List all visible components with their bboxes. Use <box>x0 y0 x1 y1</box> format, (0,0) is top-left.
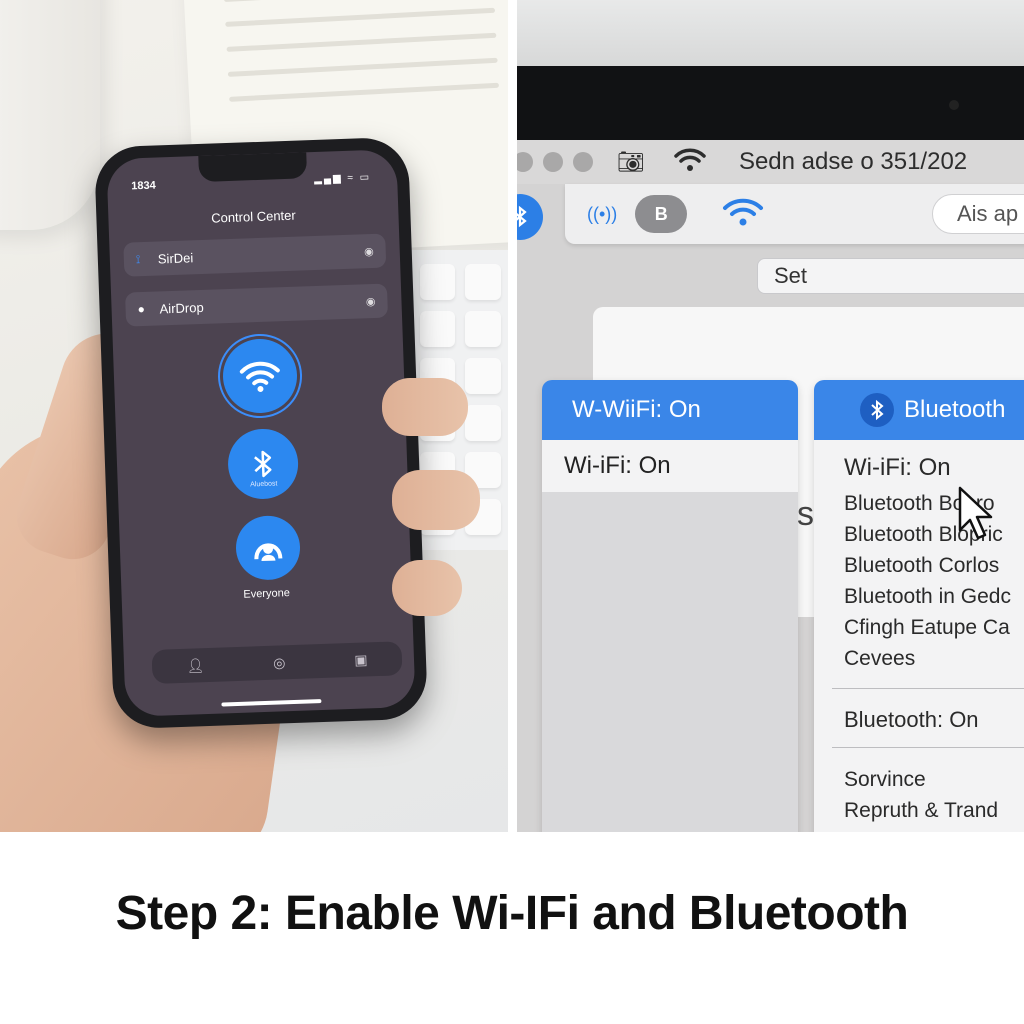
wifi-icon <box>239 361 280 392</box>
separator <box>832 747 1024 748</box>
bluetooth-panel-header[interactable]: Bluetooth <box>814 380 1024 440</box>
camera-icon[interactable]: 📷︎ <box>617 149 645 175</box>
service-option[interactable]: Repruth & Trand <box>814 795 1024 826</box>
info-icon[interactable]: ◉ <box>364 244 374 257</box>
service-option[interactable]: Sorvince <box>814 764 1024 795</box>
wifi-status-row[interactable]: Wi-iFi: On <box>542 440 798 492</box>
separator <box>832 688 1024 689</box>
coffee-mug <box>0 0 100 230</box>
settings-toolbar: ((•)) B Ais ap <box>565 184 1024 244</box>
search-field[interactable]: Ais ap <box>932 194 1024 234</box>
bluetooth-option[interactable]: Bluetooth Corlos <box>814 550 1024 581</box>
bluetooth-toggle[interactable]: Aluebost <box>226 427 300 501</box>
bluetooth-option[interactable]: Cevees <box>814 643 1024 674</box>
status-icons: ▂▄▆ ≈ ▭ <box>314 172 372 185</box>
wifi-panel: W-WiiFi: On Wi-iFi: On <box>542 380 798 832</box>
minimize-button[interactable] <box>543 152 563 172</box>
set-field[interactable]: Set <box>757 258 1024 294</box>
bluetooth-option[interactable]: Bluetooth in Gedc <box>814 581 1024 612</box>
webcam <box>949 100 959 110</box>
bluetooth-sublabel: Aluebost <box>250 480 278 489</box>
mac-screen-panel: 📷︎ Sedn adse o 351/202 ((•)) B Ais ap Se… <box>517 0 1024 832</box>
bluetooth-panel-title: Bluetooth <box>904 396 1006 423</box>
bluetooth-option[interactable]: Cfingh Eatupe Ca <box>814 612 1024 643</box>
more-options: Sorvince Repruth & Trand <box>814 764 1024 826</box>
smartphone: 1834 ▂▄▆ ≈ ▭ Control Center ⟟ SirDei ◉ ●… <box>93 136 429 730</box>
phone-screen: 1834 ▂▄▆ ≈ ▭ Control Center ⟟ SirDei ◉ ●… <box>106 149 416 717</box>
finger <box>392 470 480 530</box>
wifi-icon: ⟟ <box>135 251 141 266</box>
bluetooth-status[interactable]: Bluetooth: On <box>814 707 1024 733</box>
airdrop-row[interactable]: ● AirDrop ◉ <box>125 283 389 327</box>
phone-notch <box>198 152 308 183</box>
airdrop-icon <box>254 543 283 562</box>
mouse-pointer-icon <box>958 486 993 540</box>
wall-background <box>517 0 1024 66</box>
wifi-icon[interactable] <box>673 147 707 178</box>
person-icon[interactable]: 👤︎ <box>186 657 204 675</box>
window-titlebar: 📷︎ Sedn adse o 351/202 <box>517 140 1024 184</box>
network-label: SirDei <box>157 249 194 266</box>
finger <box>382 378 468 436</box>
bluetooth-icon <box>254 450 272 478</box>
airdrop-label: AirDrop <box>159 299 204 316</box>
wifi-icon[interactable] <box>721 197 765 232</box>
network-row[interactable]: ⟟ SirDei ◉ <box>123 233 387 277</box>
square-icon[interactable]: ▣ <box>354 651 368 668</box>
b-button[interactable]: B <box>635 195 688 233</box>
close-button[interactable] <box>517 152 533 172</box>
wifi-panel-header[interactable]: W-WiiFi: On <box>542 380 798 440</box>
zoom-button[interactable] <box>573 152 593 172</box>
wifi-toggle[interactable] <box>221 337 299 415</box>
dot-icon: ● <box>137 301 146 317</box>
bluetooth-icon[interactable] <box>517 194 543 240</box>
broadcast-icon[interactable]: ((•)) <box>587 204 617 225</box>
window-title: Sedn adse o 351/202 <box>738 148 968 175</box>
phone-photo-panel: 1834 ▂▄▆ ≈ ▭ Control Center ⟟ SirDei ◉ ●… <box>0 0 508 832</box>
target-icon[interactable]: ◎ <box>273 654 286 671</box>
finger <box>392 560 462 616</box>
airdrop-mode-label: Everyone <box>243 587 291 601</box>
control-center-title: Control Center <box>210 207 296 226</box>
home-indicator[interactable] <box>221 699 322 707</box>
status-time: 1834 <box>131 179 156 193</box>
info-icon[interactable]: ◉ <box>366 294 376 307</box>
step-caption: Step 2: Enable Wi-IFi and Bluetooth <box>115 887 909 940</box>
airdrop-toggle[interactable] <box>234 514 302 581</box>
bluetooth-icon <box>860 393 894 427</box>
wifi-status: Wi-iFi: On <box>844 454 951 481</box>
panel-divider <box>508 0 517 832</box>
partial-text: s <box>797 495 814 533</box>
screen-bezel <box>517 66 1024 140</box>
bluetooth-panel: Bluetooth Wi-iFi: On Bluetooth Bopro Blu… <box>814 380 1024 832</box>
control-dock: 👤︎ ◎ ▣ <box>151 641 403 684</box>
